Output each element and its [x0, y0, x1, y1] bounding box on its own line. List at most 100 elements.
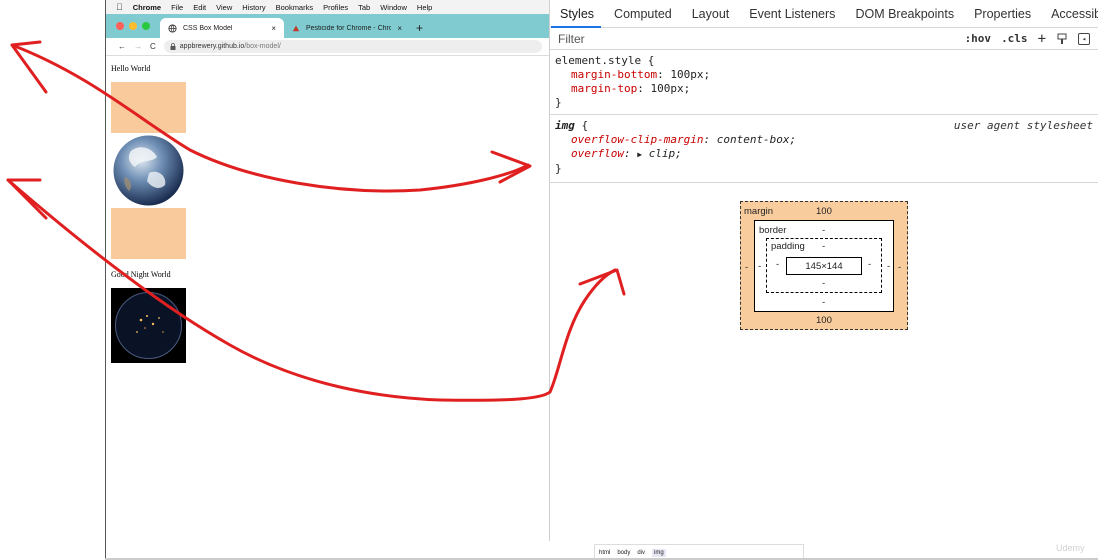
tab-close-icon[interactable]: × — [397, 24, 402, 33]
property-name: overflow — [571, 147, 624, 160]
watermark: Udemy — [1056, 543, 1085, 553]
tab-layout[interactable]: Layout — [692, 7, 730, 21]
rule-source[interactable]: user agent stylesheet — [954, 119, 1093, 133]
tab-event-listeners[interactable]: Event Listeners — [749, 7, 835, 21]
rule-img: img { user agent stylesheet overflow-cli… — [550, 115, 1098, 183]
content-size[interactable]: 145×144 — [805, 261, 842, 272]
padding-label: padding — [771, 241, 805, 252]
border-left-value[interactable]: - — [758, 261, 761, 272]
menu-view[interactable]: View — [216, 3, 232, 12]
open-brace: { — [581, 119, 589, 132]
declaration[interactable]: margin-top: 100px; — [555, 82, 1093, 96]
hov-button[interactable]: :hov — [965, 32, 992, 45]
declaration[interactable]: margin-bottom: 100px; — [555, 68, 1093, 82]
tab-dom-breakpoints[interactable]: DOM Breakpoints — [855, 7, 954, 21]
forward-button[interactable]: → — [134, 42, 142, 51]
property-name: margin-bottom — [571, 68, 658, 81]
box-model-padding[interactable]: padding - - - - 145×144 — [766, 238, 882, 293]
margin-top-value[interactable]: 100 — [816, 206, 832, 217]
breadcrumb-html[interactable]: html — [599, 550, 610, 556]
maximize-window-button[interactable] — [142, 22, 150, 30]
open-brace: { — [647, 54, 655, 67]
browser-tab-strip: CSS Box Model × Pesticide for Chrome - C… — [106, 14, 550, 38]
earth-image[interactable] — [111, 133, 186, 208]
browser-toolbar: ← → C appbrewery.github.io/box-model/ — [106, 38, 550, 56]
devtools-panel: Styles Computed Layout Event Listeners D… — [549, 0, 1098, 541]
window-controls — [106, 14, 160, 38]
earth-night-image[interactable] — [111, 288, 186, 363]
rule-element-style: element.style { margin-bottom: 100px; ma… — [550, 50, 1098, 115]
mac-menubar:  Chrome File Edit View History Bookmark… — [106, 0, 550, 14]
border-right-value[interactable]: - — [887, 261, 890, 272]
heading-hello-world: Hello World — [111, 64, 151, 73]
tab-pesticide[interactable]: Pesticide for Chrome - Chrome × — [284, 18, 410, 38]
close-window-button[interactable] — [116, 22, 124, 30]
margin-bottom-value[interactable]: 100 — [816, 315, 832, 326]
url-host: appbrewery.github.io — [179, 43, 245, 50]
pesticide-icon — [292, 25, 300, 32]
padding-left-value[interactable]: - — [776, 259, 779, 270]
breadcrumb-div[interactable]: div — [637, 550, 645, 556]
declaration[interactable]: overflow: ▶ clip; — [555, 147, 1093, 162]
styles-filter-input[interactable]: Filter — [558, 32, 965, 46]
menu-window[interactable]: Window — [380, 3, 407, 12]
new-tab-button[interactable]: + — [410, 21, 429, 38]
tab-accessibility[interactable]: Accessibility — [1051, 7, 1098, 21]
menu-tab[interactable]: Tab — [358, 3, 370, 12]
tab-computed[interactable]: Computed — [614, 7, 672, 21]
menu-chrome[interactable]: Chrome — [133, 3, 161, 12]
box-model-border[interactable]: border - - - - padding - - - - 145×144 — [754, 220, 894, 312]
property-value[interactable]: 100px; — [670, 68, 710, 81]
apple-icon[interactable]:  — [116, 2, 123, 12]
property-name: overflow-clip-margin — [571, 133, 704, 146]
tab-css-box-model[interactable]: CSS Box Model × — [160, 18, 284, 38]
margin-left-value[interactable]: - — [745, 262, 748, 273]
styles-toolbar: :hov .cls + ◂ — [965, 31, 1090, 47]
breadcrumb-body[interactable]: body — [617, 550, 630, 556]
padding-top-value[interactable]: - — [822, 241, 825, 252]
new-style-rule-button[interactable]: + — [1038, 31, 1046, 47]
rule-selector: img — [555, 119, 575, 132]
margin-right-value[interactable]: - — [898, 262, 901, 273]
devtools-tab-bar: Styles Computed Layout Event Listeners D… — [550, 0, 1098, 28]
address-bar[interactable]: appbrewery.github.io/box-model/ — [163, 40, 542, 53]
breadcrumb-img[interactable]: img — [652, 548, 666, 557]
box-model-margin[interactable]: margin 100 - - 100 border - - - - paddin… — [740, 201, 908, 330]
active-tab-indicator — [551, 26, 601, 28]
annotation-arrowhead-bottom-left — [6, 178, 48, 220]
margin-label: margin — [744, 206, 774, 217]
tab-properties[interactable]: Properties — [974, 7, 1031, 21]
border-bottom-value[interactable]: - — [822, 297, 825, 308]
declaration[interactable]: overflow-clip-margin: content-box; — [555, 133, 1093, 147]
reload-button[interactable]: C — [150, 42, 156, 51]
menu-profiles[interactable]: Profiles — [323, 3, 348, 12]
web-page: Hello World Good Night World — [106, 56, 549, 560]
menu-edit[interactable]: Edit — [193, 3, 206, 12]
property-value: clip; — [648, 147, 682, 160]
property-name: margin-top — [571, 82, 638, 95]
tab-styles[interactable]: Styles — [560, 7, 594, 21]
padding-bottom-value[interactable]: - — [822, 278, 825, 289]
toggle-sidebar-icon[interactable]: ◂ — [1078, 32, 1090, 45]
box-model-content[interactable]: 145×144 — [786, 257, 862, 275]
menu-help[interactable]: Help — [417, 3, 432, 12]
image-margin-top-highlight — [111, 82, 186, 133]
menu-history[interactable]: History — [242, 3, 265, 12]
tab-title: CSS Box Model — [183, 24, 233, 32]
property-value[interactable]: 100px; — [650, 82, 690, 95]
tab-close-icon[interactable]: × — [271, 24, 276, 33]
minimize-window-button[interactable] — [129, 22, 137, 30]
cls-button[interactable]: .cls — [1001, 32, 1028, 45]
padding-right-value[interactable]: - — [868, 259, 871, 270]
url-path: /box-model/ — [244, 43, 281, 50]
close-brace: } — [555, 96, 562, 109]
styles-filter-bar: Filter :hov .cls + ◂ — [550, 28, 1098, 50]
border-top-value[interactable]: - — [822, 225, 825, 236]
expand-triangle-icon[interactable]: ▶ — [637, 150, 642, 159]
paint-brush-icon[interactable] — [1056, 33, 1068, 45]
menu-bookmarks[interactable]: Bookmarks — [276, 3, 314, 12]
back-button[interactable]: ← — [118, 42, 126, 51]
image-margin-bottom-highlight — [111, 208, 186, 259]
lock-icon — [170, 43, 176, 50]
menu-file[interactable]: File — [171, 3, 183, 12]
